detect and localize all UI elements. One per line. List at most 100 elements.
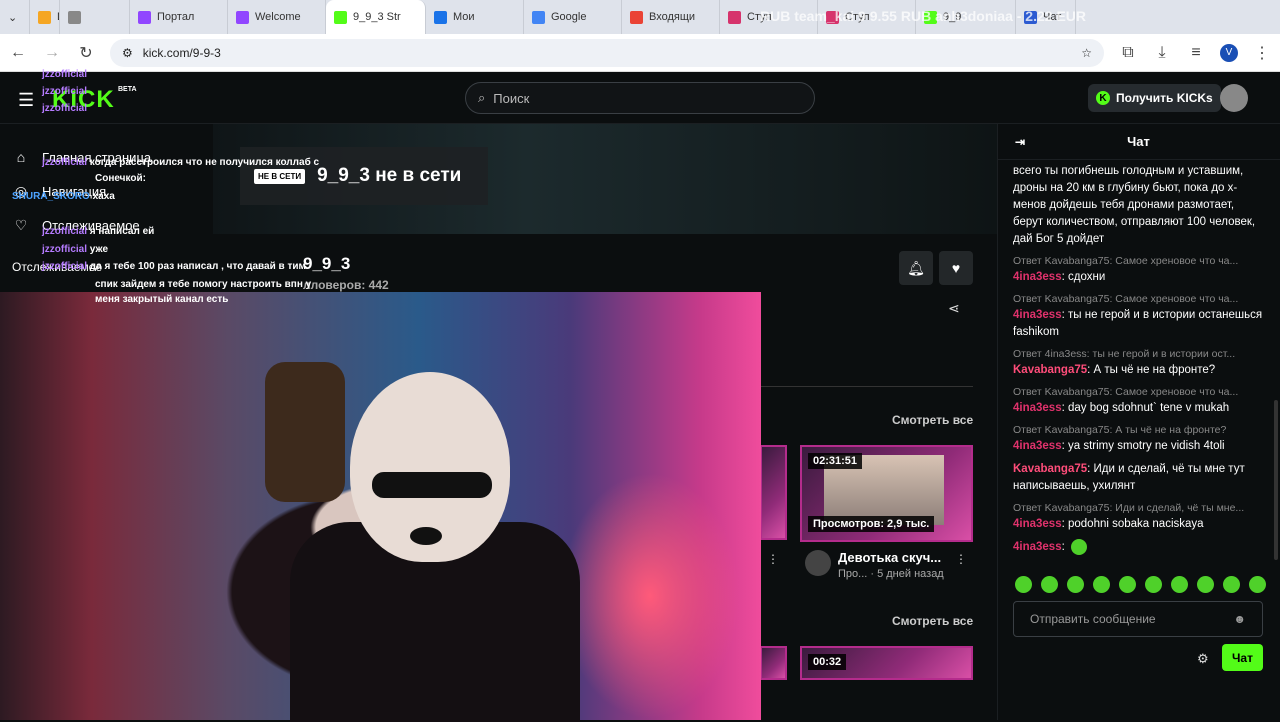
chat-title: Чат	[1127, 134, 1150, 149]
chat-reply-context[interactable]: Ответ 4ina3ess: ты не герой и в истории …	[1013, 347, 1263, 362]
emote-icon[interactable]	[1093, 576, 1110, 593]
see-all-link[interactable]: Смотреть все	[892, 413, 973, 427]
get-kicks-button[interactable]: K Получить KICKs	[1088, 84, 1221, 112]
chat-message[interactable]: 4ina3ess:	[1013, 539, 1263, 556]
browser-tab[interactable]: Входящи	[622, 0, 720, 34]
chat-message[interactable]: Ответ Kavabanga75: Самое хреновое что ча…	[1013, 385, 1263, 417]
browser-tab[interactable]: Welcome	[228, 0, 326, 34]
chat-reply-context[interactable]: Ответ Kavabanga75: Самое хреновое что ча…	[1013, 254, 1263, 269]
chat-message[interactable]: всего ты погибнешь голодным и уставшим, …	[1013, 163, 1263, 248]
collapse-chat-icon[interactable]: ⇥	[1015, 135, 1025, 149]
media-icon[interactable]: ≡	[1186, 44, 1206, 62]
chat-username[interactable]: 4ina3ess	[1013, 518, 1062, 530]
menu-icon[interactable]: ☰	[18, 90, 34, 111]
browser-tab[interactable]: Мои	[426, 0, 524, 34]
chat-reply-context[interactable]: Ответ Kavabanga75: Самое хреновое что ча…	[1013, 385, 1263, 400]
emote-icon[interactable]	[1145, 576, 1162, 593]
emote-icon[interactable]	[1223, 576, 1240, 593]
chat-message[interactable]: Kavabanga75: Иди и сделай, чё ты мне тут…	[1013, 461, 1263, 495]
search-input[interactable]: ⌕ Поиск	[465, 82, 815, 114]
video-category: Про...	[838, 568, 868, 580]
video-thumbnail[interactable]: 00:32	[800, 646, 973, 680]
emote-icon[interactable]	[1015, 576, 1032, 593]
chat-username[interactable]: 4ina3ess	[1013, 541, 1062, 553]
emote-icon[interactable]	[1171, 576, 1188, 593]
video-thumbnail[interactable]: 02:31:51 Просмотров: 2,9 тыс.	[800, 445, 973, 542]
browser-tab[interactable]: D	[30, 0, 60, 34]
chat-username[interactable]: 4ina3ess	[1013, 271, 1062, 283]
chat-username[interactable]: 4ina3ess	[1013, 309, 1062, 321]
chat-message-text: : podohni sobaka naciskaya	[1061, 518, 1204, 530]
browser-tab[interactable]: 9_9_3 Str	[326, 0, 426, 34]
more-options-icon[interactable]: ⋮	[767, 552, 779, 566]
channel-name[interactable]: 9_9_3	[303, 254, 350, 274]
tab-label: Google	[551, 11, 587, 23]
back-icon[interactable]: ←	[8, 44, 28, 62]
tab-favicon-icon	[68, 10, 81, 24]
tab-label: Welcome	[255, 11, 301, 23]
profile-avatar[interactable]: V	[1220, 43, 1238, 62]
emoji-icon[interactable]: ☻	[1233, 612, 1246, 626]
chat-message[interactable]: Ответ Kavabanga75: Самое хреновое что ча…	[1013, 254, 1263, 286]
notify-button[interactable]: 🔔︎	[899, 251, 933, 285]
chat-message[interactable]: Ответ Kavabanga75: А ты чё не на фронте?…	[1013, 423, 1263, 455]
tab-favicon-icon	[334, 10, 347, 24]
download-icon[interactable]: ⤓	[1152, 44, 1172, 62]
chat-username[interactable]: 4ina3ess	[1013, 440, 1062, 452]
chat-message[interactable]: Ответ 4ina3ess: ты не герой и в истории …	[1013, 347, 1263, 379]
tab-favicon-icon	[38, 10, 51, 24]
browser-tab[interactable]	[60, 0, 130, 34]
extensions-icon[interactable]: ⧉	[1118, 44, 1138, 62]
more-options-icon[interactable]: ⋮	[955, 552, 967, 566]
tab-menu-button[interactable]: ⌄	[0, 0, 30, 34]
browser-tab[interactable]: Google	[524, 0, 622, 34]
video-thumbnail[interactable]	[760, 646, 787, 680]
video-meta: Про... · 5 дней назад	[838, 568, 944, 580]
video-channel-avatar[interactable]	[805, 550, 831, 576]
chat-scrollbar[interactable]	[1274, 400, 1278, 560]
see-all-link[interactable]: Смотреть все	[892, 614, 973, 628]
more-menu-icon[interactable]: ⋮	[1252, 43, 1272, 63]
video-duration: 02:31:51	[808, 453, 863, 469]
home-icon: ⌂	[16, 149, 26, 165]
section-divider	[760, 386, 973, 387]
site-info-icon[interactable]: ⚙	[122, 46, 133, 60]
chat-username[interactable]: Kavabanga75	[1013, 364, 1087, 376]
forward-icon[interactable]: →	[42, 44, 62, 62]
chat-message-text: : day bog sdohnut` tene v mukah	[1061, 402, 1230, 414]
chat-message-text: всего ты погибнешь голодным и уставшим, …	[1013, 165, 1256, 245]
video-views: Просмотров: 2,9 тыс.	[808, 516, 935, 532]
emote-icon[interactable]	[1067, 576, 1084, 593]
video-title[interactable]: Девотька скуч...	[838, 550, 941, 565]
emote-icon[interactable]	[1041, 576, 1058, 593]
chat-username[interactable]: Kavabanga75	[1013, 463, 1087, 475]
emote-icon[interactable]	[1119, 576, 1136, 593]
chat-reply-context[interactable]: Ответ Kavabanga75: Иди и сделай, чё ты м…	[1013, 501, 1263, 516]
chat-message[interactable]: Ответ Kavabanga75: Самое хреновое что ча…	[1013, 292, 1263, 341]
overlay-chat-text: Сонечкой:	[95, 173, 146, 184]
user-avatar[interactable]	[1220, 84, 1248, 112]
chat-username[interactable]: 4ina3ess	[1013, 402, 1062, 414]
overlay-chat-line: jzzofficial я написал ей	[42, 226, 154, 237]
kicks-icon: K	[1096, 91, 1110, 105]
chat-reply-context[interactable]: Ответ Kavabanga75: А ты чё не на фронте?	[1013, 423, 1263, 438]
chat-settings-icon[interactable]: ⚙	[1197, 651, 1209, 667]
overlay-chat-user: jzzofficial	[42, 69, 88, 80]
emote-icon[interactable]	[1249, 576, 1266, 593]
overlay-chat-text: меня закрытый канал есть	[95, 294, 229, 305]
reload-icon[interactable]: ↻	[76, 43, 96, 63]
chat-input[interactable]: Отправить сообщение ☻	[1013, 601, 1263, 637]
chat-send-button[interactable]: Чат	[1222, 644, 1263, 671]
browser-tab[interactable]: Портал	[130, 0, 228, 34]
bookmark-star-icon[interactable]: ☆	[1081, 46, 1092, 60]
emote-icon[interactable]	[1197, 576, 1214, 593]
video-thumbnail[interactable]	[760, 445, 787, 540]
chat-message[interactable]: Ответ Kavabanga75: Иди и сделай, чё ты м…	[1013, 501, 1263, 533]
share-icon[interactable]: ⋖	[948, 300, 960, 317]
overlay-chat-line: меня закрытый канал есть	[95, 294, 228, 305]
overlay-chat-text: да я тебе 100 раз написал , что давай в …	[89, 261, 306, 272]
follow-button[interactable]: ♥	[939, 251, 973, 285]
chat-reply-context[interactable]: Ответ Kavabanga75: Самое хреновое что ча…	[1013, 292, 1263, 307]
address-bar[interactable]: ⚙ kick.com/9-9-3 ☆	[110, 38, 1104, 67]
sunglasses	[372, 472, 492, 498]
